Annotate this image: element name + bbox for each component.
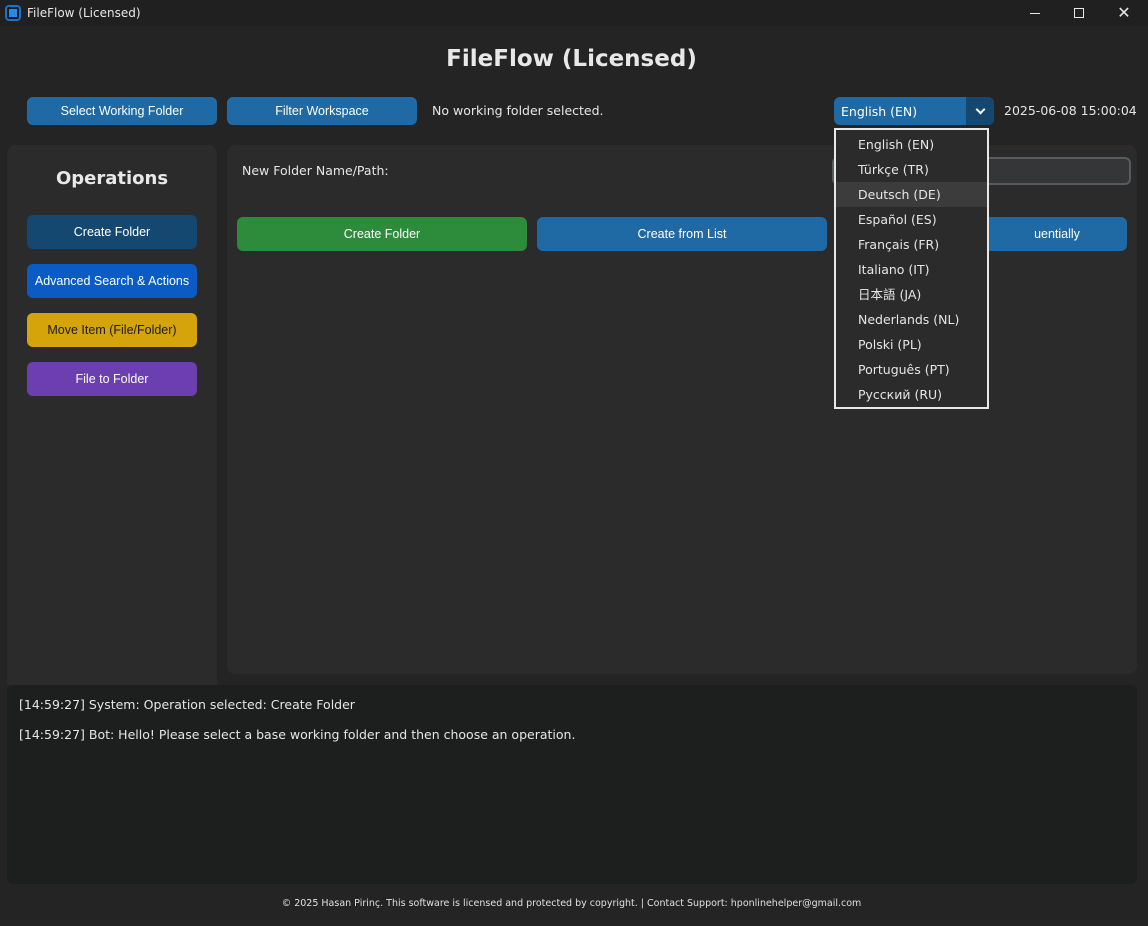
language-dropdown-menu: English (EN) Türkçe (TR) Deutsch (DE) Es… bbox=[834, 128, 989, 409]
filter-workspace-button[interactable]: Filter Workspace bbox=[227, 97, 417, 125]
minimize-button[interactable] bbox=[1012, 0, 1058, 26]
log-line: [14:59:27] Bot: Hello! Please select a b… bbox=[19, 727, 576, 742]
create-from-list-button[interactable]: Create from List bbox=[537, 217, 827, 251]
datetime-display: 2025-06-08 15:00:04 bbox=[1004, 103, 1137, 118]
sidebar-item-create-folder[interactable]: Create Folder bbox=[27, 215, 197, 249]
language-option-nl[interactable]: Nederlands (NL) bbox=[836, 307, 987, 332]
language-dropdown-toggle[interactable] bbox=[966, 97, 994, 125]
language-option-it[interactable]: Italiano (IT) bbox=[836, 257, 987, 282]
language-option-pl[interactable]: Polski (PL) bbox=[836, 332, 987, 357]
sidebar-item-file-to-folder[interactable]: File to Folder bbox=[27, 362, 197, 396]
page-title: FileFlow (Licensed) bbox=[446, 46, 697, 72]
language-option-tr[interactable]: Türkçe (TR) bbox=[836, 157, 987, 182]
footer-text: © 2025 Hasan Pirinç. This software is li… bbox=[281, 898, 862, 909]
main-panel: New Folder Name/Path: Create Folder Crea… bbox=[227, 145, 1137, 674]
log-line: [14:59:27] System: Operation selected: C… bbox=[19, 697, 355, 712]
close-icon: ✕ bbox=[1117, 3, 1131, 22]
close-button[interactable]: ✕ bbox=[1101, 0, 1147, 26]
language-select[interactable]: English (EN) bbox=[834, 97, 994, 125]
sidebar-item-advanced-search[interactable]: Advanced Search & Actions bbox=[27, 264, 197, 298]
window-title: FileFlow (Licensed) bbox=[27, 6, 141, 20]
chevron-down-icon bbox=[975, 104, 985, 114]
title-bar: FileFlow (Licensed) bbox=[0, 0, 1148, 26]
language-option-ja[interactable]: 日本語 (JA) bbox=[836, 282, 987, 307]
sidebar-item-move-item[interactable]: Move Item (File/Folder) bbox=[27, 313, 197, 347]
language-option-fr[interactable]: Français (FR) bbox=[836, 232, 987, 257]
language-selected-value: English (EN) bbox=[841, 103, 918, 119]
language-option-de[interactable]: Deutsch (DE) bbox=[836, 182, 987, 207]
minimize-icon bbox=[1030, 12, 1040, 14]
language-option-en[interactable]: English (EN) bbox=[836, 132, 987, 157]
folder-status-text: No working folder selected. bbox=[432, 103, 604, 118]
folder-name-label: New Folder Name/Path: bbox=[242, 163, 389, 178]
language-option-es[interactable]: Español (ES) bbox=[836, 207, 987, 232]
log-panel[interactable]: [14:59:27] System: Operation selected: C… bbox=[7, 685, 1137, 884]
maximize-button[interactable] bbox=[1056, 0, 1102, 26]
operations-sidebar: Operations Create Folder Advanced Search… bbox=[7, 145, 217, 685]
create-folder-button[interactable]: Create Folder bbox=[237, 217, 527, 251]
maximize-icon bbox=[1074, 8, 1084, 18]
app-icon bbox=[5, 5, 21, 21]
sidebar-title: Operations bbox=[55, 168, 169, 189]
language-option-ru[interactable]: Русский (RU) bbox=[836, 382, 987, 407]
select-working-folder-button[interactable]: Select Working Folder bbox=[27, 97, 217, 125]
language-option-pt[interactable]: Português (PT) bbox=[836, 357, 987, 382]
